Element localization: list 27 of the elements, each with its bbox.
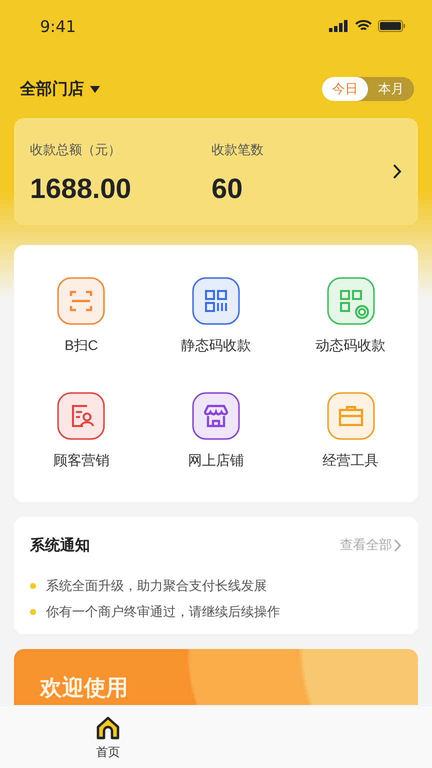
function-item[interactable]: 网上店铺 (148, 374, 284, 488)
summary-label: 收款总额（元） (30, 142, 122, 158)
home-icon (95, 714, 121, 740)
notice-item[interactable]: 系统全面升级，助力聚合支付长线发展 (46, 577, 267, 595)
chevron-right-icon (393, 164, 402, 179)
banner-title: 欢迎使用 (40, 676, 128, 701)
function-item[interactable]: 经营工具 (283, 374, 418, 488)
store-selector[interactable]: 全部门店 (20, 78, 100, 100)
summary-value: 60 (212, 172, 244, 204)
function-item[interactable]: B扫C (14, 259, 149, 374)
notice-item[interactable]: 你有一个商户终审通过，请继续后续操作 (46, 603, 280, 621)
tab-item[interactable]: 首页 (0, 707, 216, 768)
summary-value: 1688.00 (30, 172, 132, 204)
caret-icon (90, 86, 100, 92)
chevron-right-icon (394, 538, 402, 552)
battery-icon (378, 20, 406, 32)
function-item[interactable]: 顾客营销 (14, 374, 149, 488)
status-time: 9:41 (40, 16, 76, 36)
signal-icon (329, 20, 349, 32)
summary-label: 收款笔数 (212, 142, 264, 158)
function-item[interactable]: 静态码收款 (148, 259, 284, 374)
wifi-icon (355, 20, 372, 32)
bullet-dot (30, 583, 36, 589)
bullet-dot (30, 609, 36, 615)
function-item[interactable]: 动态码收款 (283, 259, 418, 374)
summary-card[interactable]: 收款总额（元） 1688.00 收款笔数 60 (14, 118, 418, 225)
notice-title: 系统通知 (30, 536, 90, 554)
